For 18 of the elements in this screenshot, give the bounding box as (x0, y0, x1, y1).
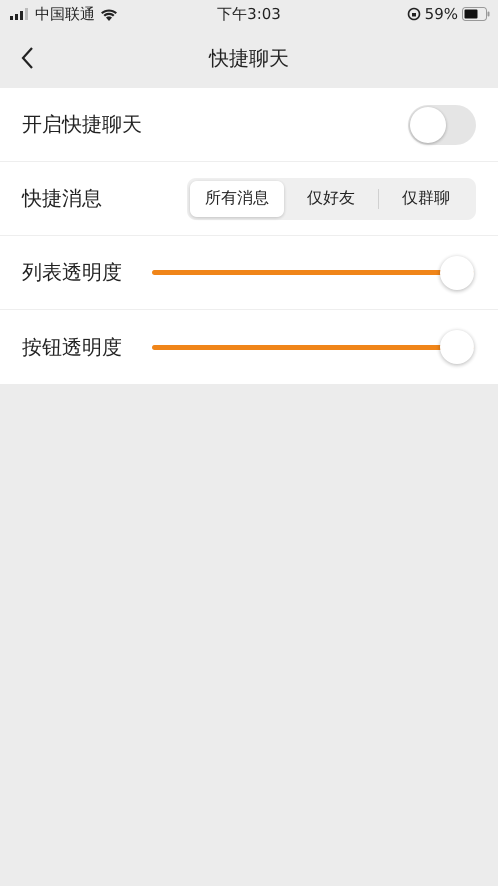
carrier-name: 中国联通 (35, 4, 95, 24)
battery-percent: 59% (424, 5, 458, 23)
page-title: 快捷聊天 (209, 44, 289, 72)
slider-thumb[interactable] (440, 330, 474, 364)
setting-label: 按钮透明度 (22, 334, 122, 360)
clock-time: 下午3:03 (217, 4, 281, 22)
setting-label: 列表透明度 (22, 259, 122, 286)
wifi-icon (100, 8, 118, 20)
segment-tab[interactable]: 仅好友 (284, 180, 378, 216)
setting-label: 开启快捷聊天 (22, 111, 142, 138)
toggle-switch[interactable] (408, 104, 476, 144)
signal-icon (10, 8, 30, 20)
rotation-lock-icon (406, 7, 421, 21)
segment-tab[interactable]: 仅群聊 (379, 180, 473, 216)
segment-tab[interactable]: 所有消息 (190, 180, 284, 216)
slider-thumb[interactable] (440, 256, 474, 290)
battery-icon (462, 7, 490, 21)
setting-label: 快捷消息 (22, 185, 102, 212)
